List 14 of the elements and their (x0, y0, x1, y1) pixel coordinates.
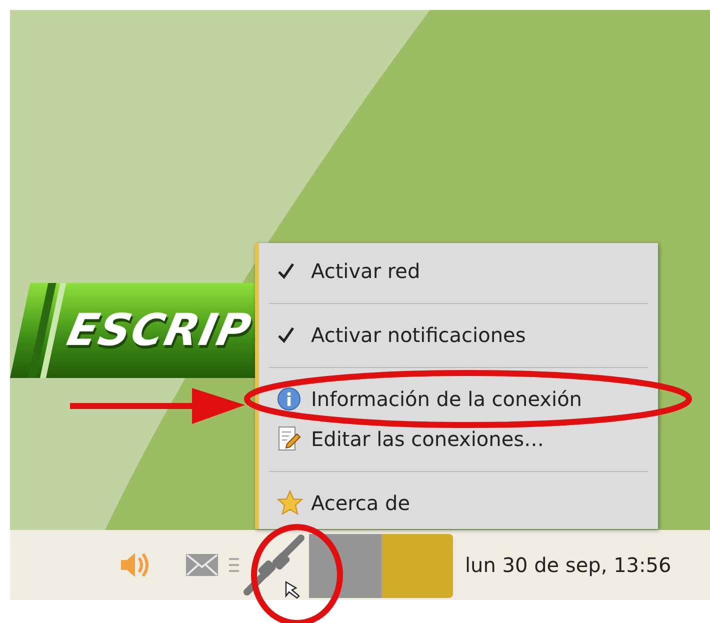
menu-item[interactable]: Acerca de (259, 483, 658, 523)
menu-item[interactable]: Activar notificaciones (259, 315, 658, 355)
star-icon (277, 490, 303, 516)
clock[interactable]: lun 30 de sep, 13:56 (465, 553, 672, 577)
indicator-block (309, 534, 381, 598)
list-icon[interactable] (229, 557, 239, 573)
info-icon (277, 387, 301, 411)
menu-item[interactable]: Activar red (259, 251, 658, 291)
menu-item[interactable]: Información de la conexión (259, 379, 658, 419)
mail-icon[interactable] (185, 553, 219, 577)
applet-block (381, 534, 453, 598)
pencil-document-icon (277, 426, 301, 452)
logo-text: ESCRIP (62, 305, 256, 356)
menu-item[interactable]: Editar las conexiones… (259, 419, 658, 459)
